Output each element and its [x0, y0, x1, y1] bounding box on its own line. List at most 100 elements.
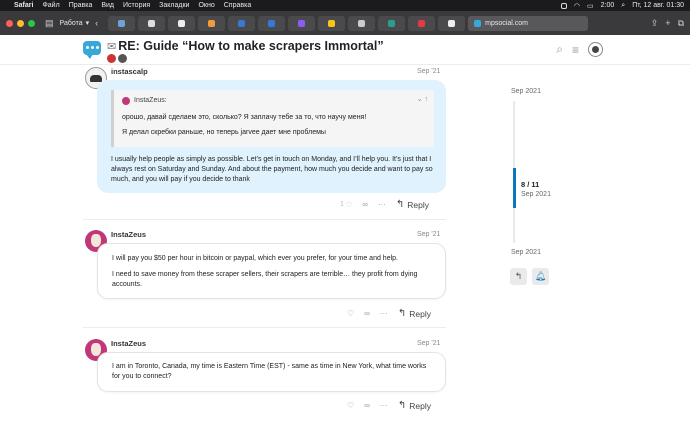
quote-header: InstaZeus:	[122, 96, 426, 106]
hamburger-menu-icon[interactable]: ≡	[572, 43, 579, 57]
tab-favicon	[268, 19, 276, 27]
quote-author-avatar	[122, 97, 130, 105]
tab-pinned-4[interactable]	[198, 15, 226, 31]
forum-logo-icon[interactable]	[83, 41, 101, 59]
heart-icon[interactable]: ♡	[347, 401, 354, 410]
reply-button[interactable]: ↰ Reply	[398, 400, 431, 411]
post-username[interactable]: instascalp	[111, 67, 148, 76]
toolbar-right-controls: ⇪ + ⧉	[651, 18, 684, 29]
post-date[interactable]: Sep '21	[417, 68, 441, 75]
post-username[interactable]: InstaZeus	[111, 339, 146, 348]
post-body: I am in Toronto, Canada, my time is East…	[97, 352, 446, 392]
wifi-icon[interactable]: ◠	[574, 2, 580, 10]
participant-avatar[interactable]	[118, 54, 127, 63]
post-text: I will pay you $50 per hour in bitcoin o…	[112, 255, 398, 262]
post-text: I need to save money from these scraper …	[112, 271, 418, 288]
post-text: I usually help people as simply as possi…	[111, 156, 433, 183]
post-date[interactable]: Sep '21	[417, 340, 441, 347]
reply-arrow-icon: ↰	[514, 271, 523, 281]
url-text: mpsocial.com	[485, 19, 528, 27]
menu-app-safari[interactable]: Safari	[14, 2, 33, 9]
menu-view[interactable]: Вид	[101, 2, 114, 9]
topic-title-text: RE: Guide “How to make scrapers Immortal…	[118, 39, 384, 53]
notifications-button[interactable]: 🔔︎	[532, 268, 549, 285]
more-icon[interactable]: ···	[380, 309, 388, 318]
link-icon[interactable]: ∞	[364, 401, 370, 410]
topic-reply-button[interactable]: ↰	[510, 268, 527, 285]
timeline-scroll-handle[interactable]	[513, 168, 516, 208]
minimize-window-button[interactable]	[17, 19, 24, 27]
post-actions: 1 ♡ ∞ ··· ↰ Reply	[340, 199, 429, 210]
tab-favicon	[328, 19, 336, 27]
status-app-icon[interactable]	[560, 2, 567, 9]
tab-pinned-10[interactable]	[378, 15, 406, 31]
menu-history[interactable]: История	[123, 2, 150, 9]
post-body: InstaZeus: ⌄ ↑ орошо, давай сделаем это,…	[97, 80, 446, 193]
tab-group-select[interactable]: Работа ▾	[60, 19, 90, 28]
close-window-button[interactable]	[6, 19, 13, 27]
heart-icon: ♡	[345, 201, 353, 209]
reply-arrow-icon: ↰	[397, 400, 407, 411]
timeline-start-date[interactable]: Sep 2021	[511, 88, 541, 95]
tab-favicon	[448, 19, 456, 27]
quote-block: InstaZeus: ⌄ ↑ орошо, давай сделаем это,…	[111, 90, 434, 147]
post-body: I will pay you $50 per hour in bitcoin o…	[97, 243, 446, 299]
current-user-avatar[interactable]	[588, 42, 603, 57]
quote-author: InstaZeus:	[134, 97, 167, 104]
timeline-position: 8 / 11	[521, 180, 540, 189]
tab-pinned-9[interactable]	[348, 15, 376, 31]
reply-arrow-icon: ↰	[395, 199, 405, 210]
tab-pinned-1[interactable]	[108, 15, 136, 31]
post-username[interactable]: InstaZeus	[111, 230, 146, 239]
post-date[interactable]: Sep '21	[417, 231, 441, 238]
battery-icon[interactable]: ▭	[587, 2, 594, 10]
search-icon[interactable]: ⌕	[621, 2, 625, 10]
tab-pinned-8[interactable]	[318, 15, 346, 31]
search-icon[interactable]: ⌕	[556, 42, 563, 57]
back-icon[interactable]: ‹	[95, 18, 98, 28]
tab-favicon	[208, 19, 216, 27]
menu-bookmarks[interactable]: Закладки	[159, 2, 189, 9]
zoom-window-button[interactable]	[28, 19, 35, 27]
reply-label: Reply	[409, 308, 431, 319]
post-actions: ♡ ∞ ··· ↰ Reply	[347, 308, 431, 319]
topic-title[interactable]: ✉ RE: Guide “How to make scrapers Immorta…	[107, 39, 384, 53]
tab-pinned-7[interactable]	[288, 15, 316, 31]
bell-icon: 🔔︎	[534, 271, 547, 281]
tab-pinned-2[interactable]	[138, 15, 166, 31]
like-button[interactable]: 1 ♡	[340, 201, 352, 209]
tab-pinned-5[interactable]	[228, 15, 256, 31]
timeline-position-date: Sep 2021	[521, 191, 551, 198]
reply-button[interactable]: ↰ Reply	[396, 199, 429, 210]
tab-pinned-12[interactable]	[438, 15, 466, 31]
tab-active-mpsocial[interactable]: mpsocial.com	[468, 15, 589, 31]
menubar-date[interactable]: Пт, 12 авг. 01:30	[632, 2, 684, 9]
link-icon[interactable]: ∞	[364, 309, 370, 318]
site-header: ✉ RE: Guide “How to make scrapers Immorta…	[0, 35, 690, 65]
more-icon[interactable]: ···	[380, 401, 388, 410]
quote-expand-icon[interactable]: ⌄ ↑	[417, 95, 428, 105]
reply-button[interactable]: ↰ Reply	[398, 308, 431, 319]
menu-edit[interactable]: Правка	[69, 2, 93, 9]
tab-pinned-3[interactable]	[168, 15, 196, 31]
participant-avatar[interactable]	[107, 54, 116, 63]
like-count: 1	[340, 201, 344, 208]
new-tab-icon[interactable]: +	[665, 18, 670, 29]
tab-favicon	[418, 19, 426, 27]
tab-favicon	[358, 19, 366, 27]
menu-window[interactable]: Окно	[198, 2, 214, 9]
timeline-end-date[interactable]: Sep 2021	[511, 249, 541, 256]
link-icon[interactable]: ∞	[362, 200, 368, 209]
reply-label: Reply	[409, 400, 431, 411]
more-icon[interactable]: ···	[378, 200, 386, 209]
menu-help[interactable]: Справка	[224, 2, 251, 9]
share-icon[interactable]: ⇪	[651, 18, 659, 29]
sidebar-icon[interactable]: ▤	[45, 18, 54, 29]
post-actions: ♡ ∞ ··· ↰ Reply	[347, 400, 431, 411]
tab-pinned-6[interactable]	[258, 15, 286, 31]
menu-file[interactable]: Файл	[42, 2, 59, 9]
tab-pinned-11[interactable]	[408, 15, 436, 31]
tab-overview-icon[interactable]: ⧉	[678, 18, 684, 29]
heart-icon[interactable]: ♡	[347, 309, 354, 318]
tab-favicon	[474, 19, 482, 27]
